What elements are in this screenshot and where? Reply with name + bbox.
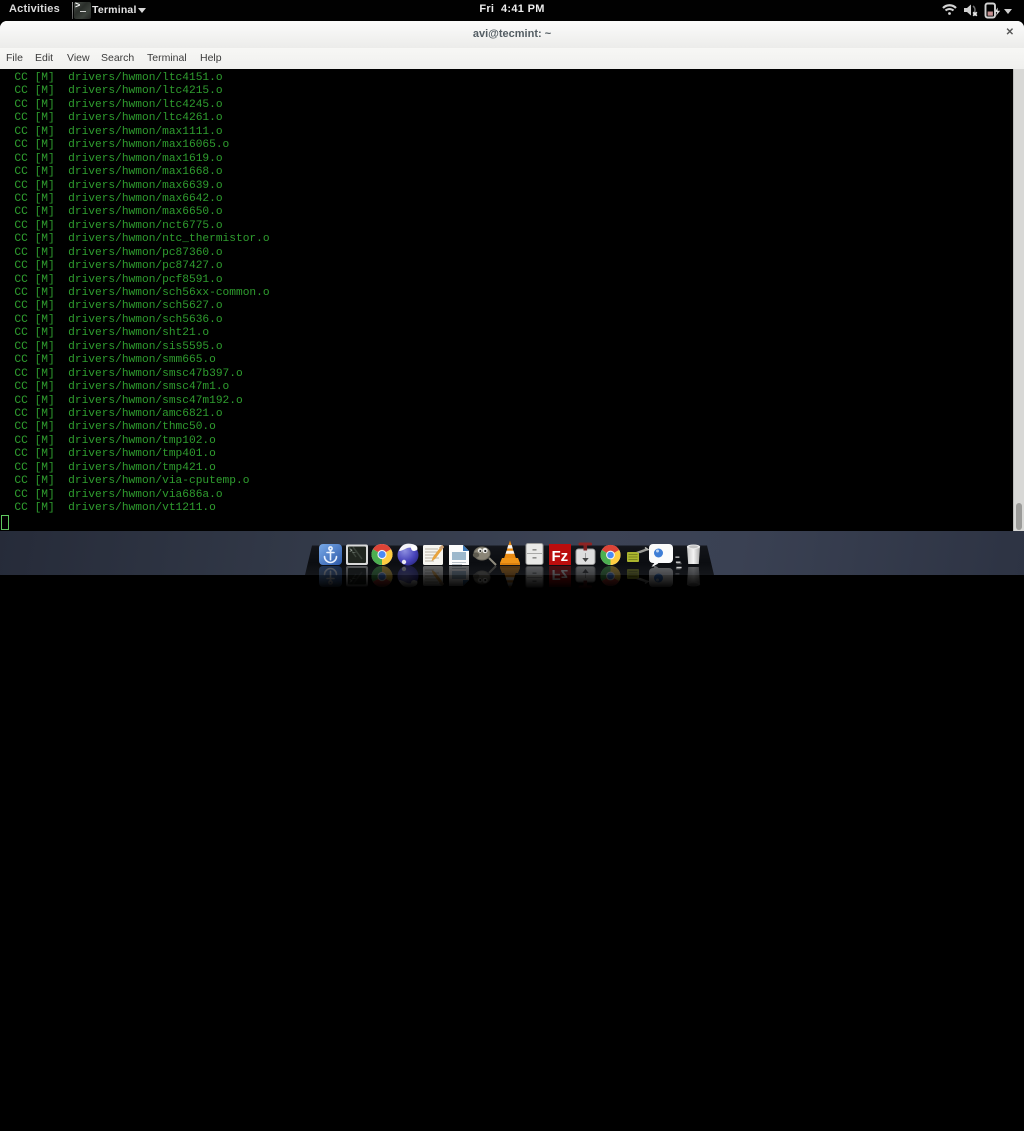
svg-text:>_: >_: [350, 577, 357, 583]
svg-text:>_: >_: [350, 548, 357, 554]
